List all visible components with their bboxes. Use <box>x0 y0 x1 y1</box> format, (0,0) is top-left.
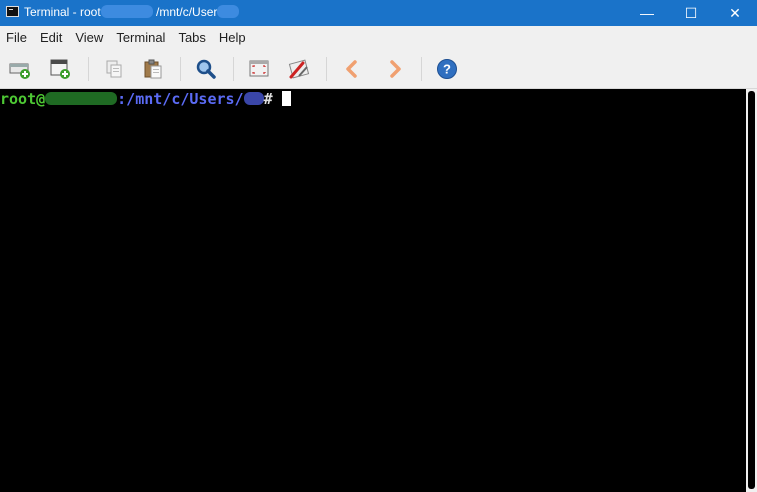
toolbar-separator <box>326 57 327 81</box>
fullscreen-icon <box>249 60 269 77</box>
terminal-output-area[interactable]: root@ :/mnt/c/Users/ # <box>0 89 746 492</box>
toolbar-separator <box>233 57 234 81</box>
preferences-icon <box>288 59 310 79</box>
menu-terminal[interactable]: Terminal <box>110 26 172 49</box>
window-title-path: /mnt/c/User <box>156 5 218 19</box>
close-button[interactable]: ✕ <box>713 0 757 26</box>
new-tab-icon <box>9 63 30 79</box>
prompt-user: root@ <box>0 90 46 108</box>
menu-edit[interactable]: Edit <box>34 26 69 49</box>
window-title-prefix: Terminal - root <box>24 5 101 19</box>
paste-icon <box>144 59 162 79</box>
title-bar[interactable]: Terminal - root /mnt/c/User — ☐ ✕ <box>0 0 757 26</box>
menu-help[interactable]: Help <box>213 26 253 49</box>
help-button[interactable]: ? <box>434 57 460 81</box>
redacted-username <box>217 5 240 18</box>
redacted-hostname <box>100 5 153 18</box>
fullscreen-button[interactable] <box>246 57 272 81</box>
prompt-symbol: # <box>263 90 282 108</box>
minimize-button[interactable]: — <box>625 0 669 26</box>
search-icon <box>196 59 216 79</box>
new-window-button[interactable] <box>47 57 73 81</box>
toolbar-separator <box>421 57 422 81</box>
copy-icon <box>106 60 122 78</box>
terminal-window: Terminal - root /mnt/c/User — ☐ ✕ File E… <box>0 0 757 492</box>
search-button[interactable] <box>193 57 219 81</box>
vertical-scrollbar[interactable] <box>746 89 757 492</box>
window-title: Terminal - root /mnt/c/User <box>24 5 240 19</box>
copy-button[interactable] <box>101 57 127 81</box>
new-window-icon <box>50 59 70 79</box>
menu-bar: File Edit View Terminal Tabs Help <box>0 26 757 49</box>
paste-button[interactable] <box>140 57 166 81</box>
menu-file[interactable]: File <box>0 26 34 49</box>
maximize-button[interactable]: ☐ <box>669 0 713 26</box>
next-tab-icon <box>390 60 401 78</box>
prompt-line: root@ :/mnt/c/Users/ # <box>0 90 291 108</box>
window-controls: — ☐ ✕ <box>625 0 757 26</box>
toolbar-separator <box>180 57 181 81</box>
toolbar-separator <box>88 57 89 81</box>
next-tab-button[interactable] <box>382 57 408 81</box>
svg-text:?: ? <box>443 62 451 77</box>
text-cursor <box>281 91 291 106</box>
menu-tabs[interactable]: Tabs <box>172 26 212 49</box>
new-tab-button[interactable] <box>7 57 33 81</box>
menu-view[interactable]: View <box>69 26 110 49</box>
terminal-app-icon <box>6 6 19 17</box>
scrollbar-thumb[interactable] <box>748 91 755 489</box>
preferences-button[interactable] <box>286 57 312 81</box>
help-icon: ? <box>437 59 457 79</box>
previous-tab-button[interactable] <box>339 57 365 81</box>
prompt-path: :/mnt/c/Users/ <box>117 90 244 108</box>
redacted-prompt-username <box>243 92 264 105</box>
toolbar: ? <box>0 49 757 89</box>
previous-tab-icon <box>346 60 357 78</box>
redacted-prompt-hostname <box>45 92 118 105</box>
